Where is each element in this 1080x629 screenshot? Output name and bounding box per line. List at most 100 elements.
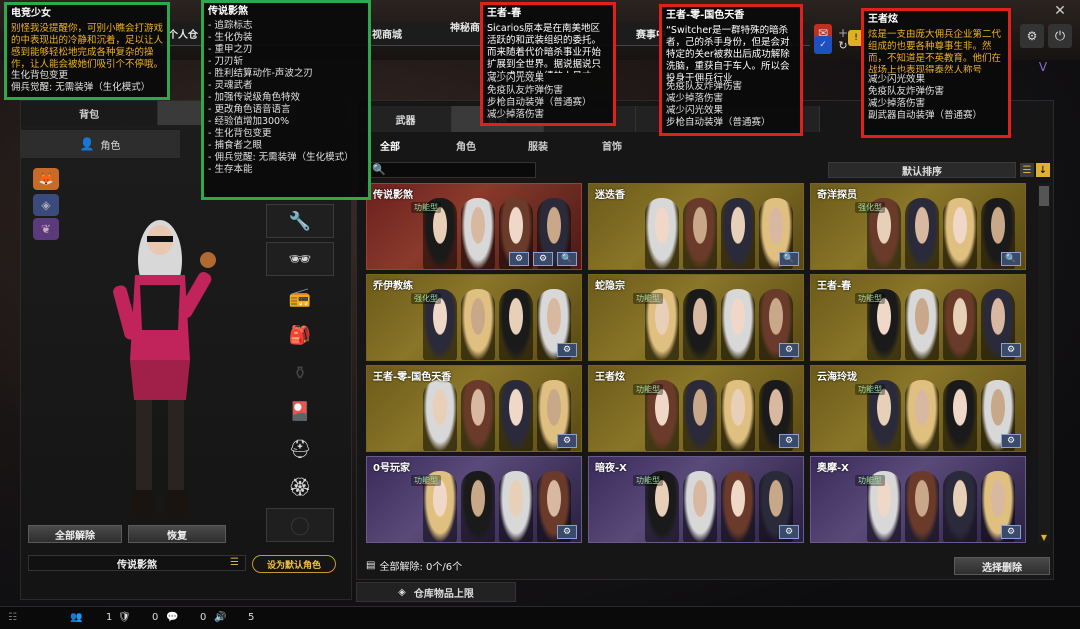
helmet-icon: ⛑ bbox=[288, 438, 312, 460]
character-card[interactable]: 暗夜-X 功能型 ⚙ bbox=[588, 456, 804, 543]
scrollbar[interactable] bbox=[1038, 183, 1050, 543]
character-portrait bbox=[721, 471, 755, 542]
tooltip-line: - 生存本能 bbox=[208, 164, 253, 175]
shield-icon: 🛡 bbox=[118, 612, 131, 623]
tooltip-line: - 加强传说级角色特效 bbox=[208, 92, 300, 103]
settings-icon[interactable]: ⚙ bbox=[779, 525, 799, 539]
character-portrait bbox=[943, 198, 977, 269]
card-title: 0号玩家 bbox=[373, 463, 410, 474]
slot-badge[interactable]: 🏵 bbox=[266, 470, 334, 504]
slot-helmet[interactable]: ⛑ bbox=[266, 432, 334, 466]
tooltip-king-spring: 王者-春 Sicarios原本是在南美地区活跃的和武装组织的委托。而来随着代价暗… bbox=[480, 2, 616, 126]
settings-icon[interactable]: ⚙ bbox=[557, 525, 577, 539]
tab-weapons[interactable]: 武器 bbox=[360, 106, 452, 132]
nav-item-shop[interactable]: 视商城 bbox=[372, 26, 402, 41]
subtab-character[interactable]: 👤 角色 bbox=[20, 130, 180, 158]
slot-glasses[interactable]: 🕶 bbox=[266, 242, 334, 276]
character-portrait bbox=[721, 198, 755, 269]
slot-weapon-mod[interactable]: 🔧 bbox=[266, 204, 334, 238]
character-card[interactable]: 蛇隐宗 功能型 ⚙ bbox=[588, 274, 804, 361]
card-type-badge: 功能型 bbox=[633, 384, 663, 395]
status-value-3: 0 bbox=[200, 612, 207, 623]
tooltip-line: - 重甲之刃 bbox=[208, 44, 253, 55]
character-card[interactable]: 迷迭香 🔍 bbox=[588, 183, 804, 270]
card-portraits bbox=[639, 289, 799, 360]
tooltip-line: 减少闪光效果 bbox=[487, 73, 545, 84]
character-card[interactable]: 王者-零-国色天香 ⚙ bbox=[366, 365, 582, 452]
close-icon[interactable]: ✕ bbox=[1046, 0, 1074, 22]
settings-icon[interactable]: ⚙ bbox=[1001, 525, 1021, 539]
search-icon[interactable]: 🔍 bbox=[779, 252, 799, 266]
settings-icon[interactable]: ⚙ bbox=[779, 343, 799, 357]
card-portraits bbox=[639, 471, 799, 542]
check-icon[interactable]: ✓ bbox=[814, 36, 832, 54]
power-icon[interactable]: ⏻ bbox=[1048, 24, 1072, 48]
search-input[interactable]: 🔍 bbox=[368, 162, 536, 178]
sort-dropdown[interactable]: 默认排序 bbox=[828, 162, 1016, 178]
tooltip-line: - 生化伪装 bbox=[208, 32, 253, 43]
settings-icon[interactable]: ⚙ bbox=[557, 434, 577, 448]
character-card[interactable]: 奇洋探员 强化型 🔍 bbox=[810, 183, 1026, 270]
tooltip-king-zero: 王者-零-国色天香 “Switcher是一群特殊的暗杀者，己的杀手身份，但是会对… bbox=[659, 4, 803, 136]
character-card[interactable]: 奥摩-X 功能型 ⚙ bbox=[810, 456, 1026, 543]
settings-icon[interactable]: ⚙ bbox=[509, 252, 529, 266]
set-default-button[interactable]: 设为默认角色 bbox=[252, 555, 336, 573]
character-model bbox=[113, 220, 216, 514]
sort-arrow-icon[interactable]: ↓ bbox=[1036, 163, 1050, 177]
filter-accessory[interactable]: 首饰 bbox=[602, 138, 622, 153]
card-portraits bbox=[417, 471, 577, 542]
filter-character[interactable]: 角色 bbox=[456, 138, 476, 153]
character-card[interactable]: 传说影煞 功能型 ⚙ ⚙ 🔍 bbox=[366, 183, 582, 270]
status-value-4: 5 bbox=[248, 612, 255, 623]
card-type-badge: 功能型 bbox=[855, 293, 885, 304]
card-icon: 🎴 bbox=[288, 400, 312, 422]
character-portrait bbox=[943, 471, 977, 542]
restore-button[interactable]: 恢复 bbox=[128, 525, 226, 543]
slot-vase[interactable]: ⚱ bbox=[266, 356, 334, 390]
character-card[interactable]: 王者-春 功能型 ⚙ bbox=[810, 274, 1026, 361]
search-icon[interactable]: 🔍 bbox=[1001, 252, 1021, 266]
warehouse-limit[interactable]: ◈ 仓库物品上限 bbox=[356, 582, 516, 602]
slot-card[interactable]: 🎴 bbox=[266, 394, 334, 428]
character-portrait bbox=[423, 380, 457, 451]
character-grid: 传说影煞 功能型 ⚙ ⚙ 🔍 迷迭香 🔍 奇洋探员 强化型 🔍 乔伊教练 强化型 ⚙ 蛇隐宗 功能型 ⚙ 王者-… bbox=[366, 183, 1032, 543]
gear-icon[interactable]: ⚙ bbox=[1020, 24, 1044, 48]
nav-item-warehouse[interactable]: 个人仓 bbox=[168, 26, 198, 41]
settings-icon[interactable]: ⚙ bbox=[1001, 343, 1021, 357]
settings-icon[interactable]: ⚙ bbox=[1001, 434, 1021, 448]
menu-icon[interactable]: ☷ bbox=[8, 612, 17, 623]
category-mask-icon[interactable]: ◈ bbox=[33, 194, 59, 216]
slot-empty[interactable]: ◯ bbox=[266, 508, 334, 542]
character-portrait bbox=[461, 289, 495, 360]
tooltip-title: 王者炫 bbox=[868, 14, 898, 25]
scroll-down-icon[interactable]: ▼ bbox=[1038, 531, 1050, 543]
filter-outfit[interactable]: 服装 bbox=[528, 138, 548, 153]
character-card[interactable]: 乔伊教练 强化型 ⚙ bbox=[366, 274, 582, 361]
list-view-icon[interactable]: ☰ bbox=[1020, 163, 1034, 177]
tooltip-esports-girl: 电竞少女 别怪我没提醒你，可别小瞧会打游戏的中表现出的冷静和沉着，足以让人感到能… bbox=[4, 2, 170, 100]
character-card[interactable]: 0号玩家 功能型 ⚙ bbox=[366, 456, 582, 543]
tab-backpack[interactable]: 背包 bbox=[21, 101, 159, 125]
character-portrait bbox=[499, 289, 533, 360]
tooltip-title: 传说影煞 bbox=[208, 6, 248, 17]
clear-all-button[interactable]: 全部解除 bbox=[28, 525, 122, 543]
slot-backpack[interactable]: 🎒 bbox=[266, 318, 334, 352]
category-fox-icon[interactable]: 🦊 bbox=[33, 168, 59, 190]
tooltip-line: 免疫队友炸弹伤害 bbox=[666, 81, 743, 92]
tooltip-line: - 经验值增加300% bbox=[208, 116, 290, 127]
filter-all[interactable]: 全部 bbox=[380, 138, 400, 153]
settings-icon[interactable]: ⚙ bbox=[557, 343, 577, 357]
category-wing-icon[interactable]: ❦ bbox=[33, 218, 59, 240]
gear-icon[interactable]: ⚙ bbox=[533, 252, 553, 266]
select-delete-button[interactable]: 选择删除 bbox=[954, 557, 1050, 575]
equipment-slots: 🔧 🕶 📻 🎒 ⚱ 🎴 ⛑ 🏵 ◯ bbox=[266, 204, 334, 544]
list-icon[interactable]: ☰ bbox=[230, 557, 244, 569]
card-portraits bbox=[417, 380, 577, 451]
slot-radio[interactable]: 📻 bbox=[266, 280, 334, 314]
search-icon[interactable]: 🔍 bbox=[557, 252, 577, 266]
tooltip-line: 减少闪光效果 bbox=[666, 105, 724, 116]
character-card[interactable]: 云海玲珑 功能型 ⚙ bbox=[810, 365, 1026, 452]
scrollbar-thumb[interactable] bbox=[1039, 186, 1049, 206]
character-card[interactable]: 王者炫 功能型 ⚙ bbox=[588, 365, 804, 452]
settings-icon[interactable]: ⚙ bbox=[779, 434, 799, 448]
